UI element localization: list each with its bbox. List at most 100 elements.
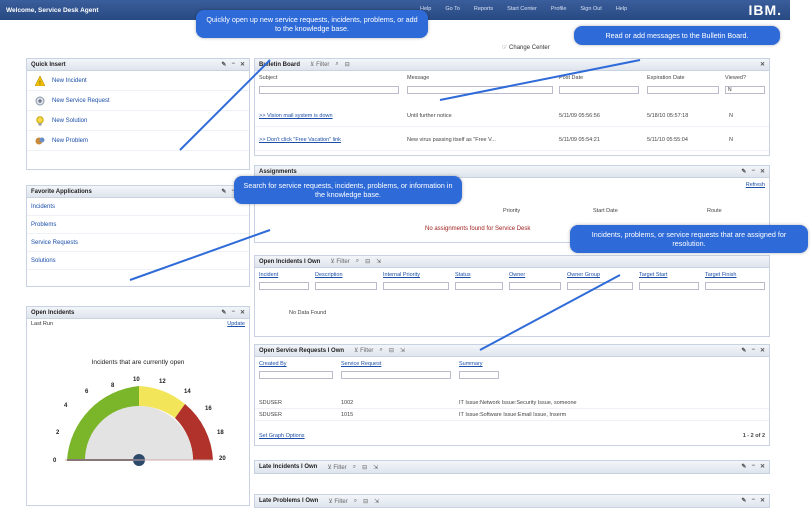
column-header[interactable]: Created By — [259, 361, 287, 367]
message-filter-input[interactable] — [407, 86, 553, 94]
download-icon[interactable]: ⇲ — [373, 464, 378, 471]
column-header[interactable]: Expiration Date — [647, 75, 685, 81]
search-icon[interactable]: ⌕ — [354, 498, 357, 505]
change-center-link[interactable]: ☞ Change Center — [502, 44, 550, 51]
column-header[interactable]: Target Finish — [705, 272, 737, 278]
favorite-service-requests[interactable]: Service Requests — [27, 234, 249, 252]
filter-button[interactable]: ⊻ Filter — [354, 347, 373, 354]
column-header[interactable]: Route — [707, 208, 722, 214]
table-row[interactable]: SDUSER 1002 IT Issue:Network Issue:Secur… — [255, 397, 769, 409]
column-header[interactable]: Service Request — [341, 361, 381, 367]
search-icon[interactable]: ⌕ — [353, 464, 356, 471]
column-header[interactable]: Post Date — [559, 75, 583, 81]
clear-filter-icon[interactable]: ⊟ — [345, 61, 350, 68]
clear-filter-icon[interactable]: ⊟ — [362, 464, 367, 471]
table-row[interactable]: SDUSER 1015 IT Issue:Software Issue:Emai… — [255, 409, 769, 421]
subject-filter-input[interactable] — [259, 86, 399, 94]
quick-insert-new-solution[interactable]: New Solution — [27, 111, 249, 131]
expiration-filter-input[interactable] — [647, 86, 719, 94]
post-date-filter-input[interactable] — [559, 86, 639, 94]
column-header[interactable]: Incident — [259, 272, 278, 278]
close-icon[interactable]: ✕ — [760, 497, 765, 504]
target-finish-filter-input[interactable] — [705, 282, 765, 290]
edit-icon[interactable]: ✎ — [741, 463, 746, 470]
filter-button[interactable]: ⊻ Filter — [327, 464, 346, 471]
sr-number[interactable]: 1002 — [341, 400, 353, 406]
target-start-filter-input[interactable] — [639, 282, 699, 290]
favorite-problems[interactable]: Problems — [27, 216, 249, 234]
column-header[interactable]: Owner — [509, 272, 525, 278]
close-icon[interactable]: ✕ — [760, 463, 765, 470]
quick-insert-new-service-request[interactable]: New Service Request — [27, 91, 249, 111]
close-icon[interactable]: ✕ — [760, 61, 765, 68]
column-header[interactable]: Internal Priority — [383, 272, 420, 278]
minimize-icon[interactable]: − — [751, 347, 755, 354]
column-header[interactable]: Viewed? — [725, 75, 746, 81]
service-request-filter-input[interactable] — [341, 371, 451, 379]
column-header[interactable]: Subject — [259, 75, 277, 81]
edit-icon[interactable]: ✎ — [741, 497, 746, 504]
header-link-reports[interactable]: Reports — [474, 6, 493, 12]
minimize-icon[interactable]: − — [751, 497, 755, 504]
edit-icon[interactable]: ✎ — [741, 347, 746, 354]
header-link-sign-out[interactable]: Sign Out — [580, 6, 601, 12]
download-icon[interactable]: ⇲ — [374, 498, 379, 505]
column-header[interactable]: Start Date — [593, 208, 618, 214]
status-filter-input[interactable] — [455, 282, 503, 290]
refresh-link[interactable]: Refresh — [746, 182, 765, 188]
update-link[interactable]: Update — [227, 321, 245, 327]
minimize-icon[interactable]: − — [231, 61, 235, 68]
set-graph-options-link[interactable]: Set Graph Options — [259, 433, 305, 439]
header-link-start-center[interactable]: Start Center — [507, 6, 537, 12]
minimize-icon[interactable]: − — [751, 168, 755, 175]
bulletin-subject[interactable]: >> Vision mail system is down — [259, 113, 333, 119]
column-header[interactable]: Description — [315, 272, 343, 278]
clear-filter-icon[interactable]: ⊟ — [365, 258, 370, 265]
favorite-incidents[interactable]: Incidents — [27, 198, 249, 216]
description-filter-input[interactable] — [315, 282, 377, 290]
created-by-filter-input[interactable] — [259, 371, 333, 379]
sr-number[interactable]: 1015 — [341, 412, 353, 418]
edit-icon[interactable]: ✎ — [741, 168, 746, 175]
priority-filter-input[interactable] — [383, 282, 449, 290]
close-icon[interactable]: ✕ — [240, 309, 245, 316]
owner-group-filter-input[interactable] — [567, 282, 633, 290]
quick-insert-new-problem[interactable]: New Problem — [27, 131, 249, 151]
close-icon[interactable]: ✕ — [240, 61, 245, 68]
close-icon[interactable]: ✕ — [760, 168, 765, 175]
download-icon[interactable]: ⇲ — [376, 258, 381, 265]
search-icon[interactable]: ⌕ — [335, 61, 338, 68]
viewed-filter-input[interactable]: N — [725, 86, 765, 94]
header-link-profile[interactable]: Profile — [551, 6, 567, 12]
edit-icon[interactable]: ✎ — [221, 61, 226, 68]
owner-filter-input[interactable] — [509, 282, 561, 290]
filter-button[interactable]: ⊻ Filter — [330, 258, 349, 265]
clear-filter-icon[interactable]: ⊟ — [389, 347, 394, 354]
filter-button[interactable]: ⊻ Filter — [328, 498, 347, 505]
column-header[interactable]: Owner Group — [567, 272, 600, 278]
column-header[interactable]: Target Start — [639, 272, 667, 278]
favorite-solutions[interactable]: Solutions — [27, 252, 249, 270]
column-header[interactable]: Priority — [503, 208, 520, 214]
header-link-goto[interactable]: Go To — [445, 6, 460, 12]
column-header[interactable]: Message — [407, 75, 429, 81]
search-icon[interactable]: ⌕ — [356, 258, 359, 265]
clear-filter-icon[interactable]: ⊟ — [363, 498, 368, 505]
header-link-help-2[interactable]: Help — [616, 6, 627, 12]
table-row[interactable]: >> Don't click "Free Vacation" link New … — [255, 131, 769, 151]
column-header[interactable]: Status — [455, 272, 471, 278]
minimize-icon[interactable]: − — [231, 309, 235, 316]
filter-button[interactable]: ⊻ Filter — [310, 61, 329, 68]
download-icon[interactable]: ⇲ — [400, 347, 405, 354]
search-icon[interactable]: ⌕ — [379, 347, 382, 354]
edit-icon[interactable]: ✎ — [221, 188, 226, 195]
close-icon[interactable]: ✕ — [760, 347, 765, 354]
table-row[interactable]: >> Vision mail system is down Until furt… — [255, 107, 769, 127]
summary-filter-input[interactable] — [459, 371, 499, 379]
minimize-icon[interactable]: − — [751, 463, 755, 470]
incident-filter-input[interactable] — [259, 282, 309, 290]
bulletin-subject[interactable]: >> Don't click "Free Vacation" link — [259, 137, 341, 143]
column-header[interactable]: Summary — [459, 361, 483, 367]
edit-icon[interactable]: ✎ — [221, 309, 226, 316]
quick-insert-new-incident[interactable]: ! New Incident — [27, 71, 249, 91]
